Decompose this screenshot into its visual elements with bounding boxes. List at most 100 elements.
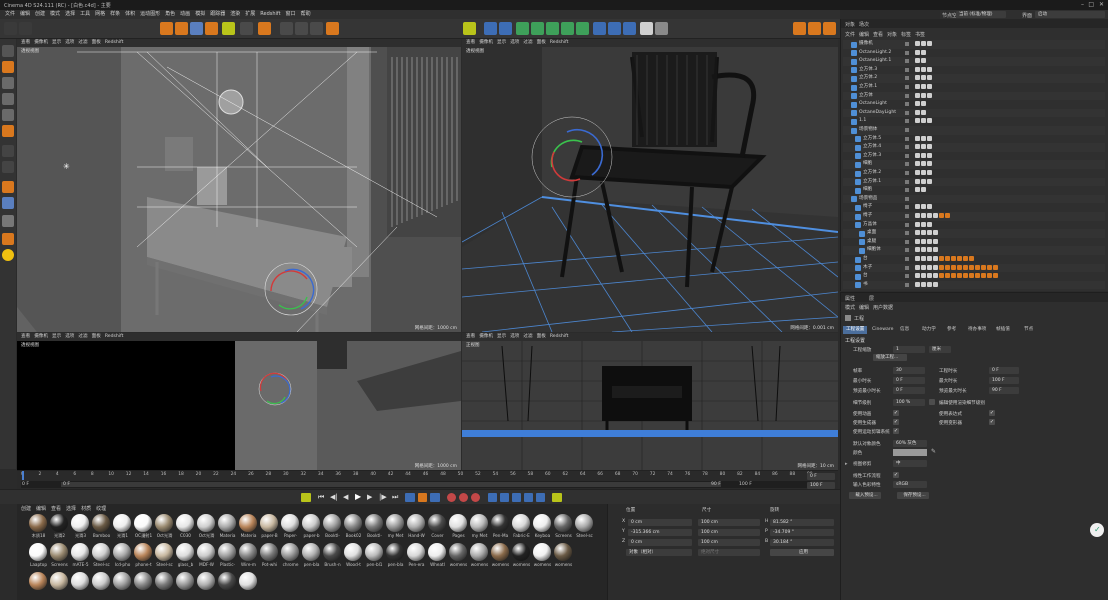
- lod-render-checkbox[interactable]: [929, 399, 935, 405]
- close-icon[interactable]: ✕: [1099, 1, 1104, 8]
- position-z-field[interactable]: 0 cm: [628, 539, 692, 546]
- edge-mode-icon[interactable]: [2, 109, 14, 121]
- rotate-icon[interactable]: [205, 22, 218, 35]
- tag-icon[interactable]: [921, 118, 926, 124]
- visibility-toggle[interactable]: [905, 119, 909, 124]
- undo-icon[interactable]: [4, 22, 17, 35]
- fps-field[interactable]: 30: [893, 367, 925, 374]
- camera-icon[interactable]: [608, 22, 621, 35]
- object-name[interactable]: 椅子: [863, 203, 872, 212]
- tag-icon[interactable]: [933, 238, 938, 244]
- material-ball[interactable]: [50, 543, 68, 561]
- tag-icon[interactable]: [915, 256, 920, 261]
- tag-icon[interactable]: [921, 230, 926, 236]
- vp-menu-filter[interactable]: 过滤: [78, 333, 87, 341]
- minimize-icon[interactable]: –: [1081, 1, 1084, 8]
- vp-menu-view[interactable]: 查看: [21, 39, 30, 47]
- tag-icon[interactable]: [921, 213, 926, 218]
- key-param-icon[interactable]: [524, 493, 533, 502]
- menu-item[interactable]: 模拟: [195, 10, 205, 19]
- visibility-toggle[interactable]: [905, 162, 909, 167]
- material-ball[interactable]: [113, 572, 131, 590]
- color-swatch[interactable]: [893, 449, 927, 456]
- material-ball[interactable]: [176, 572, 194, 590]
- prev-frame-icon[interactable]: ◀: [343, 493, 348, 501]
- scale-icon[interactable]: [190, 22, 203, 35]
- material-ball[interactable]: [323, 543, 341, 561]
- material-ball[interactable]: [176, 514, 194, 532]
- tag-icon[interactable]: [915, 58, 920, 64]
- tag-icon[interactable]: [957, 264, 962, 270]
- floor-icon[interactable]: [593, 22, 606, 35]
- tag-icon[interactable]: [921, 75, 926, 81]
- vp-menu-filter[interactable]: 过滤: [78, 39, 87, 47]
- tag-icon[interactable]: [933, 213, 938, 218]
- tag-icon[interactable]: [927, 135, 932, 141]
- tag-icon[interactable]: [981, 273, 986, 279]
- attr-subtab[interactable]: 帧插值: [993, 326, 1013, 334]
- bend-icon[interactable]: [561, 22, 574, 35]
- coordinate-system-icon[interactable]: [258, 22, 271, 35]
- object-name[interactable]: 细胞: [863, 186, 872, 195]
- vp-menu-redshift[interactable]: Redshift: [550, 39, 569, 47]
- tag-icon[interactable]: [993, 264, 998, 270]
- tag-icon[interactable]: [963, 273, 968, 279]
- tag-icon[interactable]: [915, 75, 920, 81]
- vp-menu-redshift[interactable]: Redshift: [105, 333, 124, 341]
- texture-mode-icon[interactable]: [2, 77, 14, 89]
- object-name[interactable]: 木子: [863, 264, 872, 273]
- tag-icon[interactable]: [951, 273, 956, 279]
- next-frame-icon[interactable]: ▶: [367, 493, 372, 501]
- attr-subtab[interactable]: 信息: [897, 326, 912, 334]
- visibility-toggle[interactable]: [905, 85, 909, 89]
- object-row[interactable]: OctaneDayLight: [843, 108, 1105, 118]
- use-animation-checkbox[interactable]: ✓: [893, 410, 899, 416]
- tag-icon[interactable]: [915, 204, 920, 210]
- frame-field[interactable]: 0 F: [807, 473, 835, 480]
- material-ball[interactable]: [155, 543, 173, 561]
- tag-icon[interactable]: [915, 135, 920, 141]
- menu-item[interactable]: 窗口: [286, 10, 296, 19]
- viewport-perspective-main[interactable]: ✳ 查看 摄像机 显示 选项 过滤 面板 Redshift 透视视图 网格间距：1000 c…: [17, 39, 461, 332]
- object-row[interactable]: 台: [843, 272, 1105, 281]
- tag-icon[interactable]: [921, 152, 926, 158]
- tag-icon[interactable]: [927, 178, 932, 184]
- object-row[interactable]: 立方体.2: [843, 74, 1105, 83]
- tag-icon[interactable]: [915, 238, 920, 244]
- attr-subtab[interactable]: 工程设置: [843, 326, 868, 334]
- material-ball[interactable]: [491, 543, 509, 561]
- tag-icon[interactable]: [945, 256, 950, 261]
- material-ball[interactable]: [470, 514, 488, 532]
- menu-item[interactable]: 工具: [80, 10, 90, 19]
- object-row[interactable]: 台: [843, 255, 1105, 264]
- cloner-icon[interactable]: [546, 22, 559, 35]
- object-name[interactable]: 立方体.4: [863, 143, 881, 152]
- attr-menu-mode[interactable]: 模式: [845, 304, 855, 311]
- visibility-toggle[interactable]: [905, 188, 909, 193]
- lock-icon[interactable]: [240, 22, 253, 35]
- use-deformer-checkbox[interactable]: ✓: [989, 419, 995, 425]
- object-row[interactable]: 细胞体: [843, 246, 1105, 255]
- range-end-total[interactable]: 100 F: [739, 482, 752, 487]
- tag-icon[interactable]: [927, 144, 932, 150]
- material-ball[interactable]: [428, 514, 446, 532]
- solo-icon[interactable]: [2, 249, 14, 261]
- tab-takes[interactable]: 场次: [859, 21, 869, 28]
- next-key-icon[interactable]: |▶: [379, 493, 387, 501]
- menu-item[interactable]: 样条: [110, 10, 120, 19]
- z-axis-icon[interactable]: [310, 22, 323, 35]
- object-name[interactable]: 台: [863, 255, 868, 264]
- vp-menu-display[interactable]: 显示: [52, 39, 61, 47]
- material-ball[interactable]: [197, 572, 215, 590]
- eyedropper-icon[interactable]: ✎: [931, 448, 936, 455]
- material-ball[interactable]: [92, 543, 110, 561]
- vp-menu-display[interactable]: 显示: [497, 39, 506, 47]
- visibility-toggle[interactable]: [905, 171, 909, 175]
- tag-icon[interactable]: [921, 187, 926, 193]
- attr-subtab[interactable]: 节点: [1021, 326, 1036, 334]
- object-row[interactable]: 立方体.1: [843, 83, 1105, 92]
- tag-icon[interactable]: [933, 256, 938, 261]
- scale-field[interactable]: 1: [893, 346, 925, 353]
- visibility-toggle[interactable]: [905, 145, 909, 150]
- make-editable-icon[interactable]: [2, 45, 14, 57]
